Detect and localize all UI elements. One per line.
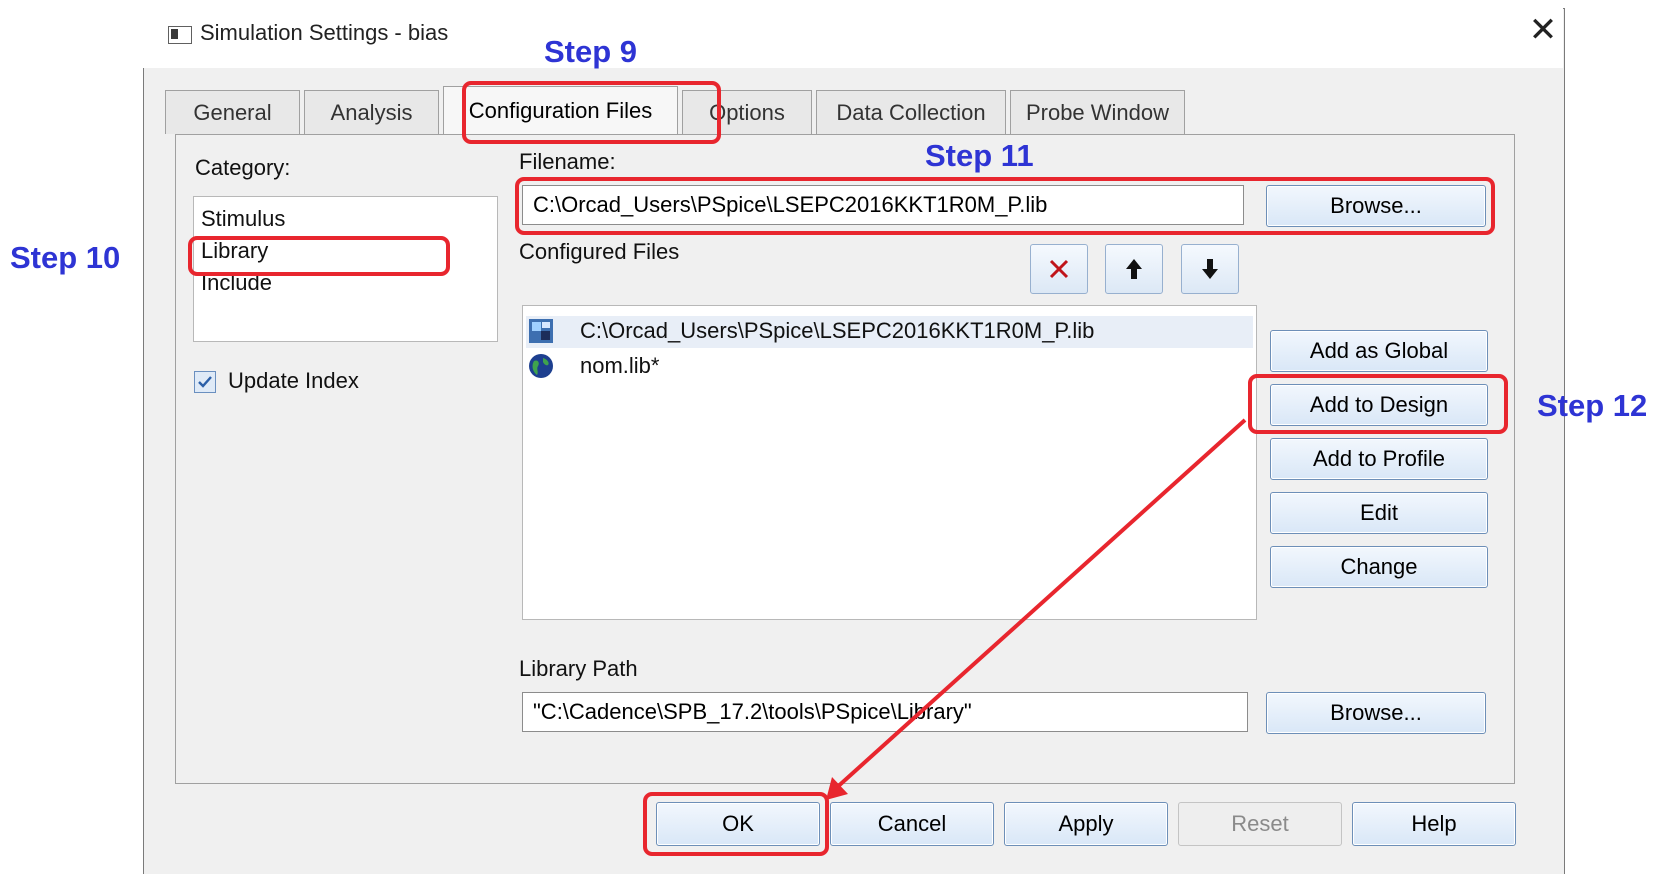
step-arrow xyxy=(826,418,1247,800)
